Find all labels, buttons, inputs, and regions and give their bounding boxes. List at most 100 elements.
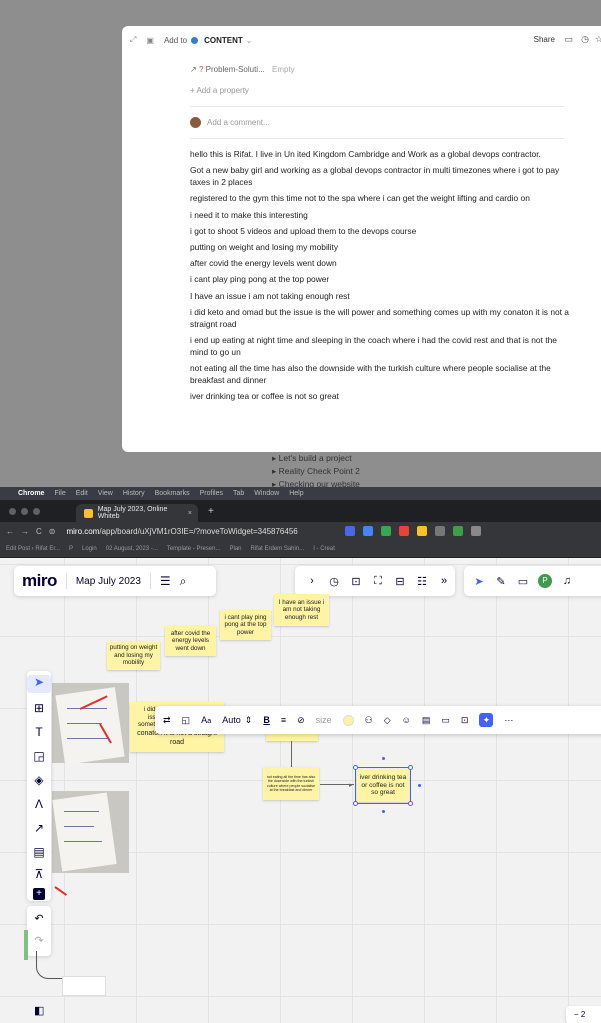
selection-box[interactable] [353, 765, 413, 806]
emoji-icon[interactable]: ☺ [402, 715, 411, 725]
sticky-note[interactable]: putting on weight and losing my mobility [107, 641, 160, 670]
resize-handle[interactable] [408, 765, 413, 770]
frame-focus-icon[interactable]: ⛶ [367, 575, 389, 588]
sticky-tool-icon[interactable]: ◲ [27, 749, 51, 763]
upload-icon[interactable]: ⊼ [27, 867, 51, 881]
page-body[interactable]: hello this is Rifat. I live in Un ited K… [190, 148, 576, 406]
bookmark[interactable]: Plan [229, 546, 241, 552]
menu-view[interactable]: View [98, 490, 113, 497]
expand-icon[interactable]: ⤢ [130, 35, 136, 45]
comment-icon[interactable]: ▭ [564, 34, 573, 45]
extension-icon[interactable] [399, 526, 409, 536]
zoom-window-button[interactable] [33, 508, 40, 515]
panel-toggle-icon[interactable]: ◧ [34, 1004, 50, 1020]
forward-icon[interactable]: → [21, 527, 29, 536]
clock-icon[interactable]: ◷ [581, 34, 589, 45]
database-breadcrumb[interactable]: CONTENT [204, 36, 243, 45]
paragraph[interactable]: I have an issue i am not taking enough r… [190, 290, 576, 302]
search-icon[interactable]: ⌕ [180, 574, 187, 589]
bookmark[interactable]: Rifat Erdem Sahin... [251, 546, 305, 552]
connect-dot[interactable] [382, 757, 385, 760]
chevron-down-icon[interactable]: ⌄ [246, 36, 253, 45]
bookmark[interactable]: I - Creat [313, 546, 335, 552]
menu-help[interactable]: Help [289, 490, 303, 497]
more-icon[interactable]: » [433, 575, 455, 587]
toggle-item[interactable]: ▸ Reality Check Point 2 [272, 466, 360, 477]
share-button[interactable]: Share [534, 35, 555, 44]
paragraph[interactable]: after covid the energy levels went down [190, 257, 576, 269]
assign-icon[interactable]: ⚇ [365, 715, 373, 726]
paragraph[interactable]: iver drinking tea or coffee is not so gr… [190, 390, 576, 402]
board-photo[interactable] [52, 791, 129, 873]
extension-icon[interactable] [345, 526, 355, 536]
sticky-note[interactable]: not eating all the time has also the dow… [263, 767, 319, 800]
align-icon[interactable]: ≡ [281, 715, 286, 725]
bookmark[interactable]: Template - Presen... [167, 546, 221, 552]
paragraph[interactable]: Got a new baby girl and working as a glo… [190, 164, 576, 188]
connector-tool-icon[interactable]: ↗ [27, 821, 51, 835]
undo-icon[interactable]: ↶ [27, 912, 51, 925]
new-tab-button[interactable]: + [208, 506, 214, 517]
property-row[interactable]: ↗ ? Problem-Soluti... Empty [190, 62, 295, 76]
paragraph[interactable]: i need it to make this interesting [190, 209, 576, 221]
toggle-item[interactable]: ▸ Checking our website [272, 479, 360, 487]
browser-tab[interactable]: Map July 2023, Online Whiteb × [76, 504, 198, 522]
connector-line[interactable] [36, 951, 96, 979]
paragraph[interactable]: i did keto and omad but the issue is the… [190, 306, 576, 330]
paragraph[interactable]: registered to the gym this time not to t… [190, 192, 576, 204]
templates-icon[interactable]: ⊞ [27, 701, 51, 715]
paragraph[interactable]: i end up eating at night time and sleepi… [190, 334, 576, 358]
comment-add-icon[interactable]: ⊡ [345, 575, 367, 588]
comment-input[interactable]: Add a comment... [190, 117, 270, 128]
extension-icon[interactable] [363, 526, 373, 536]
star-icon[interactable]: ☆ [595, 34, 601, 45]
miro-logo[interactable]: miro [22, 571, 57, 591]
avatar[interactable]: P [538, 574, 552, 588]
menu-bookmarks[interactable]: Bookmarks [155, 490, 190, 497]
add-more-icon[interactable]: + [33, 888, 45, 900]
lock-icon[interactable]: ⊡ [461, 715, 469, 726]
sidebar-toggle-icon[interactable]: ▣ [146, 36, 154, 45]
board-name[interactable]: Map July 2023 [76, 576, 141, 587]
property-value[interactable]: Empty [272, 65, 295, 74]
bookmark[interactable]: Login [82, 546, 97, 552]
menu-chrome[interactable]: Chrome [18, 490, 44, 497]
redo-icon[interactable]: ↷ [27, 934, 51, 947]
chat-icon[interactable]: ▭ [512, 575, 534, 588]
connect-dot[interactable] [418, 784, 421, 787]
ai-assist-icon[interactable]: ✦ [479, 713, 494, 727]
url-field[interactable]: miro.com/app/board/uXjVM1rO3IE=/?moveToW… [66, 527, 298, 536]
paragraph[interactable]: i cant play ping pong at the top power [190, 273, 576, 285]
menu-profiles[interactable]: Profiles [200, 490, 223, 497]
pen-tool-icon[interactable]: Λ [27, 797, 51, 811]
timer-icon[interactable]: ◷ [323, 575, 345, 588]
notes-icon[interactable]: ☷ [411, 575, 433, 588]
more-icon[interactable]: ⋯ [504, 715, 513, 726]
minimize-window-button[interactable] [21, 508, 28, 515]
connector-line[interactable] [291, 741, 292, 769]
menu-edit[interactable]: Edit [76, 490, 88, 497]
font-icon[interactable]: Aa [201, 715, 211, 725]
extension-icon[interactable] [435, 526, 445, 536]
copy-icon[interactable]: ▤ [422, 715, 431, 726]
extension-icon[interactable] [453, 526, 463, 536]
comment-icon[interactable]: ▭ [441, 715, 450, 726]
close-tab-icon[interactable]: × [188, 510, 192, 517]
menu-tab[interactable]: Tab [233, 490, 244, 497]
red-arrow[interactable] [54, 886, 68, 896]
menu-icon[interactable]: ☰ [160, 574, 171, 588]
comment-tool-icon[interactable]: ▤ [27, 845, 51, 859]
toggle-item[interactable]: ▸ Let's build a project [272, 453, 352, 464]
add-property-button[interactable]: + Add a property [190, 83, 249, 97]
bold-icon[interactable]: B [263, 715, 270, 725]
menu-file[interactable]: File [54, 490, 65, 497]
sticky-type-icon[interactable]: ◱ [182, 715, 191, 726]
close-window-button[interactable] [9, 508, 16, 515]
shapes-tool-icon[interactable]: ◈ [27, 773, 51, 787]
bookmark[interactable]: Edit Post ‹ Rifat Er... [6, 546, 60, 552]
resize-handle[interactable] [353, 801, 358, 806]
chevron-right-icon[interactable]: › [301, 575, 323, 587]
sticky-note[interactable]: I have an issue i am not taking enough r… [274, 594, 329, 626]
shape-switch-icon[interactable]: ⇄ [163, 715, 171, 726]
extension-icon[interactable] [471, 526, 481, 536]
